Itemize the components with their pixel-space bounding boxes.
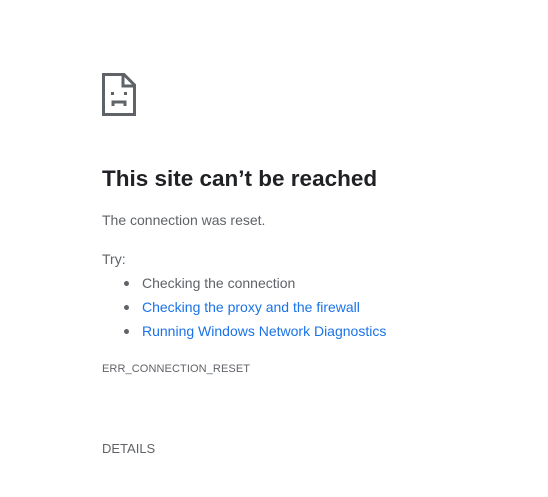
suggestion-check-proxy-firewall: Checking the proxy and the firewall bbox=[102, 297, 386, 321]
suggestion-network-diagnostics: Running Windows Network Diagnostics bbox=[102, 321, 386, 345]
network-diagnostics-link[interactable]: Running Windows Network Diagnostics bbox=[142, 323, 386, 339]
details-button[interactable]: DETAILS bbox=[102, 439, 155, 459]
error-message: The connection was reset. bbox=[102, 212, 266, 228]
bullet-icon bbox=[124, 329, 129, 334]
check-proxy-firewall-link[interactable]: Checking the proxy and the firewall bbox=[142, 299, 360, 315]
page-title: This site can’t be reached bbox=[102, 166, 378, 191]
suggestion-label: Checking the connection bbox=[142, 275, 296, 291]
suggestion-list: Checking the connection Checking the pro… bbox=[102, 273, 386, 345]
bullet-icon bbox=[124, 305, 129, 310]
error-code: ERR_CONNECTION_RESET bbox=[102, 363, 251, 375]
try-label: Try: bbox=[102, 251, 126, 267]
bullet-icon bbox=[124, 281, 129, 286]
sad-page-icon bbox=[102, 73, 136, 116]
suggestion-check-connection: Checking the connection bbox=[102, 273, 386, 297]
